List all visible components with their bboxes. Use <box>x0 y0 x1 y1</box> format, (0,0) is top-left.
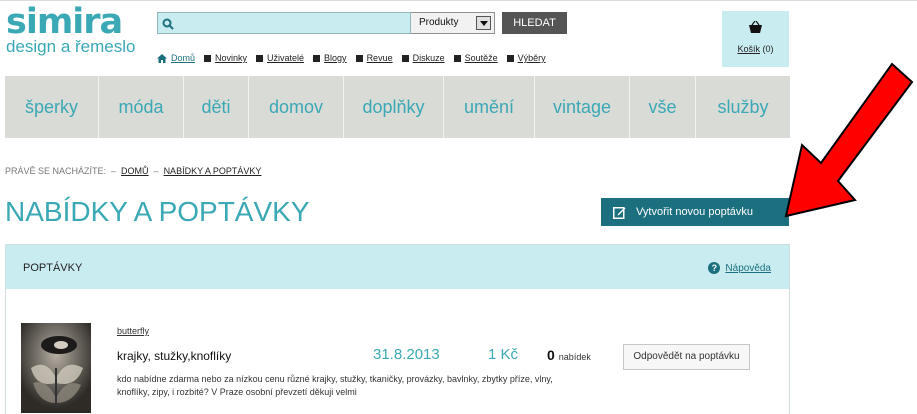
nav-link-label: Domů <box>171 53 196 63</box>
category-nav: šperky móda děti domov doplňky umění vin… <box>5 76 790 138</box>
category-doplnky[interactable]: doplňky <box>344 76 444 138</box>
nav-link-vybery[interactable]: Výběry <box>506 53 546 63</box>
request-price: 1 Kč <box>488 346 519 363</box>
nav-link-label: Diskuze <box>412 53 445 63</box>
category-sperky[interactable]: šperky <box>5 76 99 138</box>
request-title[interactable]: krajky, stužky,knoflíky <box>117 349 231 363</box>
red-arrow-annotation <box>784 62 914 218</box>
offers-count: 0 nabídek <box>547 347 591 363</box>
offers-number: 0 <box>547 347 555 363</box>
panel-title: POPTÁVKY <box>23 262 83 274</box>
category-vse[interactable]: vše <box>630 76 696 138</box>
help-link-label[interactable]: Nápověda <box>725 263 771 274</box>
logo-tagline: design a řemeslo <box>6 37 136 56</box>
breadcrumb-current[interactable]: NABÍDKY A POPTÁVKY <box>164 166 262 176</box>
bullet-icon <box>204 54 212 62</box>
nav-link-revue[interactable]: Revue <box>355 53 393 63</box>
category-select[interactable]: Produkty <box>411 12 495 34</box>
category-vintage[interactable]: vintage <box>535 76 630 138</box>
request-description: kdo nabídne zdarma nebo za nízkou cenu r… <box>117 374 553 397</box>
panel-header: POPTÁVKY ? Nápověda <box>6 245 789 289</box>
nav-link-diskuze[interactable]: Diskuze <box>401 53 445 63</box>
bullet-icon <box>453 54 461 62</box>
search-icon <box>162 18 174 30</box>
chevron-down-icon[interactable] <box>476 16 491 30</box>
logo[interactable]: simira <box>6 2 123 42</box>
breadcrumb: PRÁVĚ SE NACHÁZÍTE: – DOMŮ – NABÍDKY A P… <box>5 166 261 176</box>
top-links: Domů Novinky Uživatelé Blogy Revue Disku… <box>157 51 555 65</box>
reply-button[interactable]: Odpovědět na poptávku <box>623 344 750 370</box>
nav-link-souteze[interactable]: Soutěže <box>453 53 498 63</box>
breadcrumb-prefix: PRÁVĚ SE NACHÁZÍTE: <box>5 166 107 176</box>
offers-label: nabídek <box>558 352 591 362</box>
help-icon: ? <box>708 262 721 274</box>
nav-link-label: Výběry <box>517 53 546 63</box>
requests-panel: POPTÁVKY ? Nápověda butterfly krajky, st… <box>5 244 790 414</box>
page-title: NABÍDKY A POPTÁVKY <box>5 196 310 227</box>
cart-count: (0) <box>762 44 774 54</box>
nav-link-label: Revue <box>366 53 393 63</box>
category-umeni[interactable]: umění <box>444 76 535 138</box>
search-box <box>157 12 411 34</box>
bullet-icon <box>355 54 363 62</box>
category-deti[interactable]: děti <box>184 76 249 138</box>
category-moda[interactable]: móda <box>99 76 184 138</box>
home-icon <box>157 53 167 63</box>
request-date: 31.8.2013 <box>373 346 440 363</box>
top-divider <box>0 0 917 1</box>
nav-link-label: Blogy <box>324 53 347 63</box>
request-thumbnail[interactable] <box>21 323 91 413</box>
bullet-icon <box>506 54 514 62</box>
nav-link-home[interactable]: Domů <box>157 53 195 63</box>
cart-link[interactable]: Košík <box>737 44 760 54</box>
breadcrumb-separator: – <box>111 166 117 176</box>
nav-link-label: Novinky <box>215 53 248 63</box>
category-select-value: Produkty <box>419 17 459 28</box>
cart-icon <box>749 21 762 33</box>
category-domov[interactable]: domov <box>249 76 344 138</box>
cart-label[interactable]: Košík (0) <box>722 44 789 54</box>
edit-icon <box>613 206 626 219</box>
nav-link-blogy[interactable]: Blogy <box>313 53 347 63</box>
create-request-label: Vytvořit novou poptávku <box>636 206 753 218</box>
breadcrumb-home[interactable]: DOMŮ <box>121 166 149 176</box>
nav-link-novinky[interactable]: Novinky <box>204 53 247 63</box>
nav-link-label: Soutěže <box>464 53 498 63</box>
search-button[interactable]: HLEDAT <box>502 12 567 34</box>
nav-link-uzivatele[interactable]: Uživatelé <box>256 53 304 63</box>
breadcrumb-separator: – <box>153 166 159 176</box>
nav-link-label: Uživatelé <box>267 53 305 63</box>
request-author[interactable]: butterfly <box>117 326 149 336</box>
butterfly-image <box>21 323 91 413</box>
help-link[interactable]: ? Nápověda <box>708 262 771 274</box>
bullet-icon <box>401 54 409 62</box>
cart[interactable]: Košík (0) <box>722 11 789 67</box>
bullet-icon <box>313 54 321 62</box>
search-input[interactable] <box>178 14 406 32</box>
bullet-icon <box>256 54 264 62</box>
